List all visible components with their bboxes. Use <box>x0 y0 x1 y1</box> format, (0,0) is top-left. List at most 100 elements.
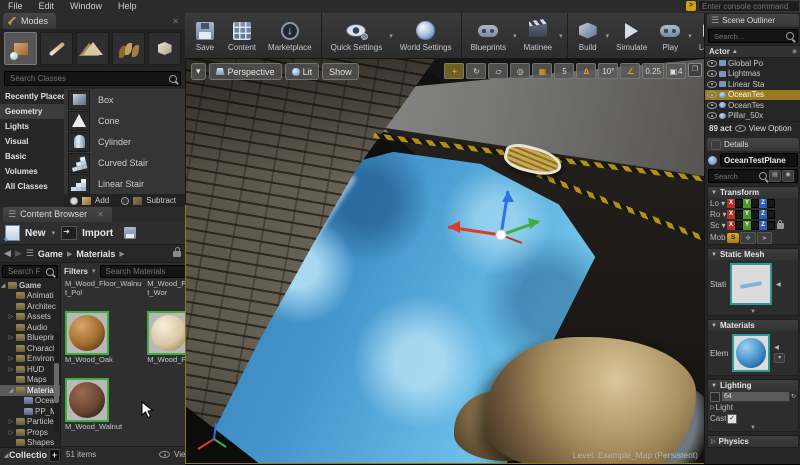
breadcrumb-game[interactable]: Game <box>38 249 63 259</box>
tree-scrollbar[interactable] <box>54 333 59 433</box>
rotate-tool-button[interactable]: ↻ <box>466 63 487 79</box>
outliner-row[interactable]: Global Po <box>705 58 800 69</box>
tree-item[interactable]: ▷ Blueprin <box>0 333 60 344</box>
tree-item[interactable]: Animati <box>0 291 60 302</box>
modes-search-input[interactable] <box>8 73 166 84</box>
modes-tab[interactable]: Modes <box>3 13 57 29</box>
scale-lock-icon[interactable] <box>777 219 784 229</box>
rotation-y-field[interactable] <box>751 210 759 219</box>
grid-snap-value[interactable]: 5 <box>554 63 575 79</box>
lighting-expander-icon[interactable]: ▼ <box>708 424 798 431</box>
tree-item[interactable]: Charact <box>0 343 60 354</box>
location-x-field[interactable] <box>735 199 743 208</box>
subtract-radio[interactable] <box>121 196 130 205</box>
tree-item[interactable]: PP_M <box>0 406 60 417</box>
scale-snap-button[interactable]: ∠ <box>620 63 641 79</box>
subtract-label[interactable]: Subtract <box>146 196 176 205</box>
category-lights[interactable]: Lights <box>0 119 64 134</box>
mode-paint-button[interactable] <box>40 32 73 65</box>
placeable-cone[interactable]: Cone <box>64 110 185 131</box>
grid-snap-button[interactable]: ▦ <box>532 63 553 79</box>
placeable-box[interactable]: Box <box>64 89 185 110</box>
visibility-eye-icon[interactable] <box>707 91 717 99</box>
outliner-row[interactable]: Pillar_50x <box>705 111 800 122</box>
tree-item[interactable]: Audio <box>0 322 60 333</box>
lit-button[interactable]: Lit <box>284 63 320 80</box>
tree-item-materials[interactable]: ◢ Materia <box>0 385 60 396</box>
material-thumbnail[interactable] <box>732 334 771 372</box>
add-radio[interactable] <box>70 196 78 205</box>
category-all-classes[interactable]: All Classes <box>0 179 64 194</box>
perspective-button[interactable]: Perspective <box>208 63 282 80</box>
visibility-eye-icon[interactable] <box>707 80 717 88</box>
collections-section[interactable]: ◢ Collectio + <box>0 447 60 462</box>
tree-item[interactable]: ▷ HUD <box>0 364 60 375</box>
tree-item[interactable]: ▷ Particle <box>0 417 60 428</box>
import-button[interactable]: Import <box>82 228 113 239</box>
sources-search-input[interactable] <box>6 266 43 277</box>
play-button[interactable]: Play <box>653 13 687 58</box>
blueprints-button[interactable]: Blueprints <box>465 13 513 58</box>
quick-settings-button[interactable]: Quick Settings <box>325 13 389 58</box>
placeable-curved-stair[interactable]: Curved Stair <box>64 152 185 173</box>
save-all-icon[interactable] <box>124 227 137 239</box>
build-button[interactable]: Build <box>571 13 605 58</box>
mode-place-button[interactable] <box>4 32 37 65</box>
column-options-icon[interactable]: ◉ <box>792 48 797 55</box>
translate-gizmo[interactable] <box>426 169 576 289</box>
location-y-field[interactable] <box>751 199 759 208</box>
light-subrow[interactable]: ▷ Light <box>708 402 798 413</box>
placeable-linear-stair[interactable]: Linear Stair <box>64 173 185 194</box>
scene-rock[interactable] <box>486 337 696 463</box>
details-filter-icon[interactable]: ▤ <box>769 170 781 182</box>
console-command-input[interactable] <box>698 0 800 12</box>
play-caret-icon[interactable]: ▾ <box>687 32 693 40</box>
rotation-snap-button[interactable]: ∆ <box>576 63 597 79</box>
category-basic[interactable]: Basic <box>0 149 64 164</box>
rotation-x-field[interactable] <box>735 210 743 219</box>
details-search-input[interactable] <box>712 170 757 182</box>
static-mesh-browse-icon[interactable]: ◀ <box>776 281 781 288</box>
add-label[interactable]: Add <box>95 196 109 205</box>
tree-item[interactable]: Maps <box>0 375 60 386</box>
rotation-snap-value[interactable]: 10° <box>598 63 619 79</box>
filters-button[interactable]: Filters <box>64 267 88 276</box>
back-arrow-icon[interactable]: ◀ <box>4 248 11 259</box>
outliner-row[interactable]: Linear Sta <box>705 79 800 90</box>
tree-item-game[interactable]: ◢ Game <box>0 280 60 291</box>
outliner-row[interactable]: OceanTes <box>705 100 800 111</box>
scale-snap-value[interactable]: 0.25 <box>642 63 664 79</box>
blueprints-caret-icon[interactable]: ▾ <box>512 32 518 40</box>
modes-close-icon[interactable]: ✕ <box>172 17 185 26</box>
transform-header[interactable]: ▼ Transform <box>708 187 798 198</box>
mobility-stationary-button[interactable]: ✥ <box>740 231 756 244</box>
lock-icon[interactable] <box>173 246 181 257</box>
save-button[interactable]: Save <box>188 13 222 58</box>
tree-item[interactable]: ▷ Props <box>0 427 60 438</box>
coordinate-system-button[interactable]: ◎ <box>510 63 531 79</box>
asset-name-clipped[interactable]: M_Wood_Floor_Walnut_Pol <box>63 279 145 310</box>
actor-column-header[interactable]: Actor ▲ ◉ <box>705 45 800 58</box>
static-mesh-header[interactable]: ▼ Static Mesh <box>708 249 798 260</box>
matinee-button[interactable]: Matinee <box>518 13 558 58</box>
visibility-eye-icon[interactable] <box>707 101 717 109</box>
menu-file[interactable]: File <box>0 0 31 13</box>
move-tool-button[interactable]: + <box>444 63 465 79</box>
mobility-movable-button[interactable]: ➤ <box>756 231 773 244</box>
viewport[interactable]: ▾ Perspective Lit Show + ↻ ▱ ◎ ▦ 5 ∆ 10°… <box>185 58 705 464</box>
mode-foliage-button[interactable] <box>112 32 145 65</box>
path-list-icon[interactable]: ☰ <box>26 248 34 259</box>
location-z-field[interactable] <box>767 199 775 208</box>
marketplace-button[interactable]: ↓ Marketplace <box>262 13 318 58</box>
scale-x-field[interactable] <box>735 221 743 230</box>
scale-z-field[interactable] <box>767 221 775 230</box>
outliner-row-selected[interactable]: OceanTes <box>705 89 800 100</box>
new-caret-icon[interactable]: ▾ <box>51 229 57 237</box>
add-collection-button[interactable]: + <box>49 448 60 462</box>
category-volumes[interactable]: Volumes <box>0 164 64 179</box>
show-button[interactable]: Show <box>322 63 359 80</box>
viewport-options-button[interactable]: ▾ <box>191 63 206 80</box>
visibility-eye-icon[interactable] <box>707 70 717 78</box>
asset-oak[interactable]: M_Wood_Oak <box>63 310 145 377</box>
actor-name-field[interactable] <box>720 153 798 167</box>
